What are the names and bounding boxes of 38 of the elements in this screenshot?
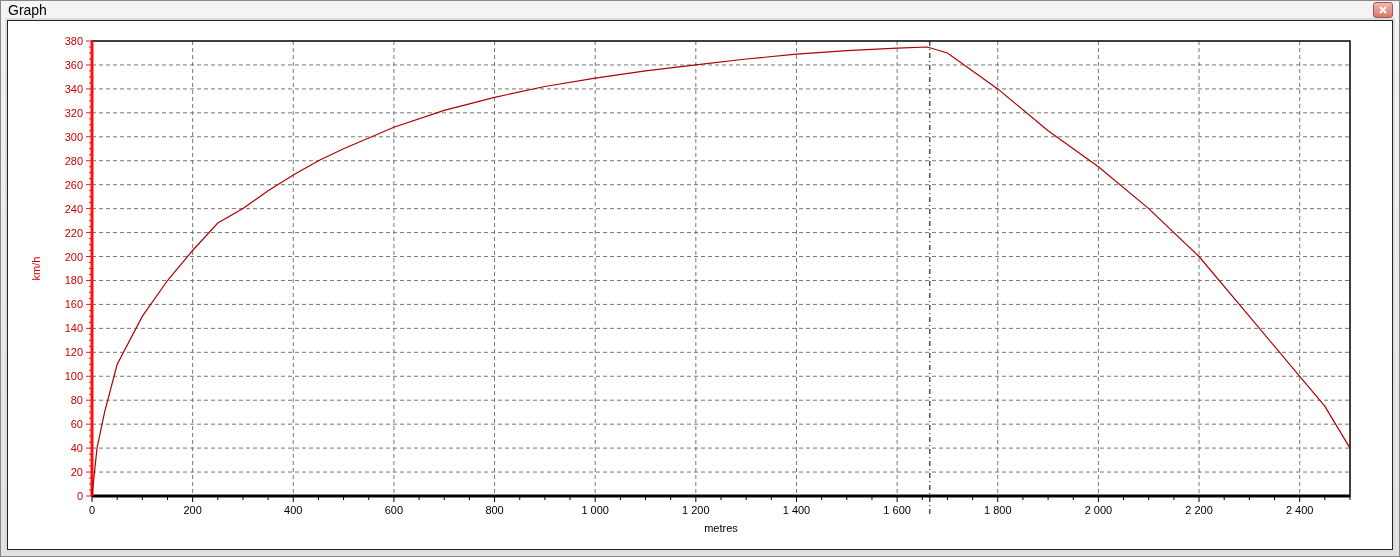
x-tick-label: 1 600 xyxy=(883,504,911,516)
y-tick-label: 120 xyxy=(64,346,83,359)
x-tick-label: 1 400 xyxy=(782,504,811,516)
y-tick-label: 40 xyxy=(70,442,83,455)
x-tick-label: 800 xyxy=(485,504,504,516)
y-tick-label: 280 xyxy=(64,154,83,167)
y-tick-label: 260 xyxy=(64,178,83,191)
y-tick-label: 240 xyxy=(64,202,83,215)
x-tick-label: 200 xyxy=(183,504,202,516)
x-tick-label: 400 xyxy=(284,504,303,516)
x-tick-label: 0 xyxy=(88,504,96,516)
y-tick-label: 160 xyxy=(64,298,83,311)
y-tick-label: 320 xyxy=(64,106,83,119)
y-tick-label: 100 xyxy=(64,370,83,383)
window-title: Graph xyxy=(8,1,47,18)
y-tick-label: 200 xyxy=(64,250,83,263)
y-tick-label: 80 xyxy=(70,394,83,407)
x-tick-label: 2 000 xyxy=(1084,504,1113,516)
y-tick-label: 0 xyxy=(76,490,83,502)
y-tick-label: 140 xyxy=(64,322,83,335)
x-tick-label: 2 400 xyxy=(1285,504,1314,516)
y-tick-label: 340 xyxy=(64,82,83,95)
y-tick-label: 20 xyxy=(70,466,83,479)
y-axis-title: km/h xyxy=(30,256,42,281)
x-tick-label: 1 200 xyxy=(682,504,710,516)
x-tick-label: 1 000 xyxy=(581,504,609,516)
y-tick-label: 220 xyxy=(64,226,83,239)
y-tick-label: 60 xyxy=(70,418,83,431)
y-tick-label: 300 xyxy=(64,130,83,143)
x-axis-title: metres xyxy=(704,522,738,534)
y-tick-label: 360 xyxy=(64,58,83,71)
x-tick-label: 2 200 xyxy=(1185,504,1213,516)
close-icon xyxy=(1379,5,1387,14)
x-tick-label: 600 xyxy=(384,504,404,516)
y-tick-label: 180 xyxy=(64,274,83,287)
y-tick-label: 380 xyxy=(64,35,83,47)
x-tick-label: 1 800 xyxy=(984,504,1012,516)
close-button[interactable] xyxy=(1373,1,1393,18)
